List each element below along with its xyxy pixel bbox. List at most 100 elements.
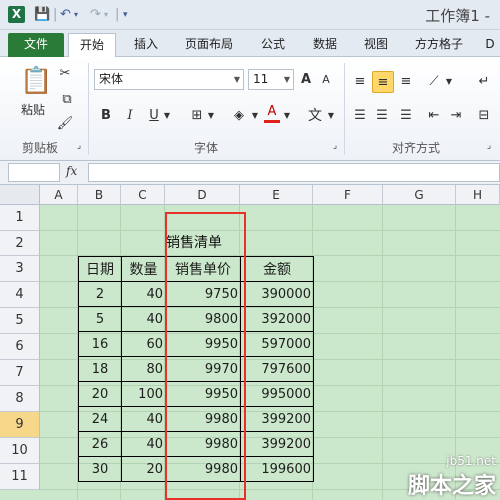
cell-date[interactable]: 20 bbox=[78, 381, 122, 407]
cell-amount[interactable]: 995000 bbox=[240, 381, 314, 407]
row-header-5[interactable]: 5 bbox=[0, 308, 40, 334]
column-header-e[interactable]: E bbox=[240, 185, 313, 205]
decrease-indent-icon[interactable]: ⇤ bbox=[424, 105, 444, 127]
cell-amount[interactable]: 390000 bbox=[240, 281, 314, 307]
align-middle-icon[interactable]: ≡ bbox=[372, 71, 394, 93]
chevron-down-icon[interactable]: ▼ bbox=[250, 105, 260, 127]
cell-unit-price[interactable]: 9980 bbox=[165, 431, 241, 457]
cell-amount[interactable]: 392000 bbox=[240, 306, 314, 332]
tab-data[interactable]: 数据 bbox=[302, 33, 348, 57]
cell-quantity[interactable]: 60 bbox=[121, 331, 166, 357]
header-unit-price[interactable]: 销售单价 bbox=[165, 256, 241, 282]
tab-file[interactable]: 文件 bbox=[8, 33, 64, 57]
cell-unit-price[interactable]: 9980 bbox=[165, 406, 241, 432]
cell-unit-price[interactable]: 9950 bbox=[165, 331, 241, 357]
tab-page-layout[interactable]: 页面布局 bbox=[176, 33, 242, 57]
phonetic-guide-button[interactable]: 文 bbox=[306, 105, 324, 127]
dialog-launcher-icon[interactable]: ⌟ bbox=[330, 139, 340, 153]
cell-date[interactable]: 26 bbox=[78, 431, 122, 457]
fill-color-icon[interactable]: ◈ bbox=[230, 105, 248, 127]
cell-unit-price[interactable]: 9800 bbox=[165, 306, 241, 332]
header-amount[interactable]: 金额 bbox=[240, 256, 314, 282]
name-box[interactable] bbox=[8, 163, 60, 182]
cut-icon[interactable]: ✂ bbox=[56, 63, 74, 85]
align-right-icon[interactable]: ☰ bbox=[396, 105, 416, 127]
paste-button[interactable]: 粘贴 bbox=[16, 99, 50, 121]
align-top-icon[interactable]: ≡ bbox=[350, 71, 370, 93]
column-header-f[interactable]: F bbox=[313, 185, 383, 205]
cell-amount[interactable]: 797600 bbox=[240, 356, 314, 382]
cell-date[interactable]: 5 bbox=[78, 306, 122, 332]
underline-button[interactable]: U bbox=[146, 105, 162, 127]
undo-dropdown-icon[interactable]: ▾ bbox=[74, 6, 78, 24]
align-left-icon[interactable]: ☰ bbox=[350, 105, 370, 127]
tab-insert[interactable]: 插入 bbox=[124, 33, 168, 57]
dialog-launcher-icon[interactable]: ⌟ bbox=[484, 139, 494, 153]
column-header-g[interactable]: G bbox=[383, 185, 456, 205]
borders-icon[interactable]: ⊞ bbox=[188, 105, 206, 127]
cell-quantity[interactable]: 40 bbox=[121, 431, 166, 457]
row-header-10[interactable]: 10 bbox=[0, 438, 40, 464]
italic-button[interactable]: I bbox=[122, 105, 138, 127]
column-header-b[interactable]: B bbox=[78, 185, 121, 205]
customize-qat-icon[interactable]: ▾ bbox=[123, 6, 128, 24]
align-center-icon[interactable]: ☰ bbox=[372, 105, 392, 127]
chevron-down-icon[interactable]: ▼ bbox=[444, 71, 454, 93]
cell-quantity[interactable]: 40 bbox=[121, 306, 166, 332]
redo-icon[interactable]: ↷ bbox=[90, 6, 101, 24]
header-date[interactable]: 日期 bbox=[78, 256, 122, 282]
font-size-combo[interactable]: 11 ▼ bbox=[248, 69, 294, 90]
grow-font-button[interactable]: A bbox=[298, 69, 314, 91]
cell-unit-price[interactable]: 9950 bbox=[165, 381, 241, 407]
undo-icon[interactable]: ↶ bbox=[60, 6, 71, 24]
cell-quantity[interactable]: 20 bbox=[121, 456, 166, 482]
row-header-7[interactable]: 7 bbox=[0, 360, 40, 386]
cell-unit-price[interactable]: 9750 bbox=[165, 281, 241, 307]
cell-date[interactable]: 2 bbox=[78, 281, 122, 307]
row-header-4[interactable]: 4 bbox=[0, 282, 40, 308]
align-bottom-icon[interactable]: ≡ bbox=[396, 71, 416, 93]
font-color-button[interactable]: A bbox=[264, 103, 280, 123]
column-header-c[interactable]: C bbox=[121, 185, 165, 205]
cell-quantity[interactable]: 100 bbox=[121, 381, 166, 407]
select-all-corner[interactable] bbox=[0, 185, 40, 205]
cell-date[interactable]: 16 bbox=[78, 331, 122, 357]
cell-amount[interactable]: 399200 bbox=[240, 406, 314, 432]
wrap-text-icon[interactable]: ↵ bbox=[474, 71, 494, 93]
cell-date[interactable]: 30 bbox=[78, 456, 122, 482]
merge-center-icon[interactable]: ⊟ bbox=[474, 105, 494, 127]
dialog-launcher-icon[interactable]: ⌟ bbox=[74, 139, 84, 153]
cell-quantity[interactable]: 40 bbox=[121, 406, 166, 432]
insert-function-button[interactable]: fx bbox=[66, 164, 77, 178]
row-header-1[interactable]: 1 bbox=[0, 205, 40, 231]
tab-home[interactable]: 开始 bbox=[68, 33, 116, 58]
row-header-9[interactable]: 9 bbox=[0, 412, 40, 438]
header-quantity[interactable]: 数量 bbox=[121, 256, 166, 282]
tab-more[interactable]: D bbox=[482, 33, 498, 57]
cell-unit-price[interactable]: 9980 bbox=[165, 456, 241, 482]
font-name-combo[interactable]: 宋体 ▼ bbox=[94, 69, 244, 90]
cell-amount[interactable]: 399200 bbox=[240, 431, 314, 457]
column-header-d[interactable]: D bbox=[165, 185, 240, 205]
shrink-font-button[interactable]: A bbox=[318, 69, 334, 91]
chevron-down-icon[interactable]: ▼ bbox=[326, 105, 336, 127]
cell-date[interactable]: 24 bbox=[78, 406, 122, 432]
cell-quantity[interactable]: 40 bbox=[121, 281, 166, 307]
cell-date[interactable]: 18 bbox=[78, 356, 122, 382]
format-painter-icon[interactable]: 🖌 bbox=[56, 113, 74, 135]
row-header-8[interactable]: 8 bbox=[0, 386, 40, 412]
cell-quantity[interactable]: 80 bbox=[121, 356, 166, 382]
tab-view[interactable]: 视图 bbox=[354, 33, 398, 57]
chevron-down-icon[interactable]: ▼ bbox=[162, 105, 172, 127]
chevron-down-icon[interactable]: ▼ bbox=[282, 105, 292, 127]
cell-unit-price[interactable]: 9970 bbox=[165, 356, 241, 382]
worksheet-grid[interactable]: A B C D E F G H 1 2 3 4 5 6 7 8 9 10 11 … bbox=[0, 185, 500, 500]
bold-button[interactable]: B bbox=[98, 105, 114, 127]
column-header-h[interactable]: H bbox=[456, 185, 500, 205]
cell-amount[interactable]: 199600 bbox=[240, 456, 314, 482]
redo-dropdown-icon[interactable]: ▾ bbox=[104, 6, 108, 24]
orientation-icon[interactable]: ⟋ bbox=[424, 71, 444, 93]
cell-amount[interactable]: 597000 bbox=[240, 331, 314, 357]
row-header-6[interactable]: 6 bbox=[0, 334, 40, 360]
row-header-3[interactable]: 3 bbox=[0, 256, 40, 282]
